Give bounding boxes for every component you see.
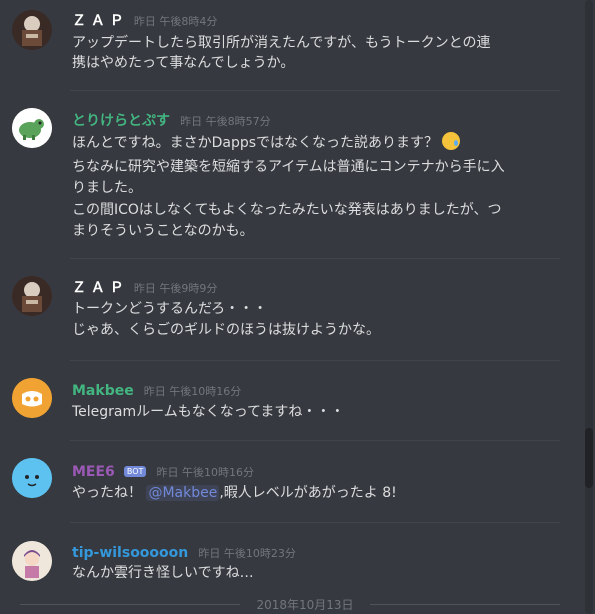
message-text: ちなみに研究や建築を短縮するアイテムは普通にコンテナから手に入 [72, 159, 505, 175]
avatar[interactable] [12, 276, 52, 316]
divider-rule [370, 604, 560, 605]
timestamp: 昨日 午後10時23分 [198, 547, 296, 560]
avatar[interactable] [12, 10, 52, 50]
message-text: ほんとですね。まさかDappsではなくなった説あります？ [72, 135, 439, 151]
message-text: トークンどうするんだろ・・・ [72, 301, 268, 317]
timestamp: 昨日 午後9時9分 [133, 282, 218, 295]
author-name[interactable]: Makbee [72, 383, 134, 399]
avatar[interactable] [12, 458, 52, 498]
avatar[interactable] [12, 378, 52, 418]
message-text: じゃあ、くらごのギルドのほうは抜けようかな。 [72, 322, 380, 338]
message-text: アップデートしたら取引所が消えたんですが、もうトークンとの連 [72, 35, 491, 51]
author-name[interactable]: MEE6 [72, 464, 115, 480]
timestamp: 昨日 午後10時16分 [143, 385, 242, 398]
divider-rule [20, 604, 240, 605]
message-text: 携はやめたって事なんでしょうか。 [72, 55, 295, 71]
author-name[interactable]: とりけらとぷす [72, 113, 170, 129]
date-divider: 2018年10月13日 [20, 596, 560, 612]
message-text: ,暇人レベルがあがったよ 8! [219, 485, 397, 501]
message-divider [70, 440, 560, 441]
message-divider [70, 90, 560, 91]
chat-messages: Ｚ Ａ Ｐ 昨日 午後8時4分 アップデートしたら取引所が消えたんですが、もうト… [0, 0, 580, 614]
scrollbar-track[interactable] [585, 0, 593, 614]
author-name[interactable]: Ｚ Ａ Ｐ [72, 280, 124, 296]
message-text: やったね！ [72, 485, 147, 501]
bot-badge: BOT [123, 466, 147, 477]
author-name[interactable]: tip-wilsooooon [72, 545, 188, 561]
message-text: なんか雲行き怪しいですね… [72, 565, 254, 581]
avatar[interactable] [12, 541, 52, 581]
user-mention[interactable]: @Makbee [146, 485, 220, 501]
message-line: ほんとですね。まさかDappsではなくなった説あります？ [72, 132, 542, 154]
timestamp: 昨日 午後8時57分 [180, 115, 271, 128]
message-divider [70, 360, 560, 361]
date-label: 2018年10月13日 [256, 598, 354, 612]
message-text: この間ICOはしなくてもよくなったみたいな発表はありましたが、つ [72, 202, 502, 218]
message-text: Telegramルームもなくなってますね・・・ [72, 404, 345, 420]
timestamp: 昨日 午後8時4分 [133, 15, 218, 28]
message-divider [70, 258, 560, 259]
message-divider [70, 522, 560, 523]
message-line: やったね！ @Makbee ,暇人レベルがあがったよ 8! [72, 483, 542, 504]
avatar[interactable] [12, 108, 52, 148]
timestamp: 昨日 午後10時16分 [156, 466, 255, 479]
message-text: りました。 [72, 180, 142, 196]
author-name[interactable]: Ｚ Ａ Ｐ [72, 13, 124, 29]
crying-face-emoji[interactable] [442, 132, 461, 150]
scrollbar-thumb[interactable] [585, 428, 593, 488]
message-text: まりそういうことなのかも。 [72, 223, 254, 239]
